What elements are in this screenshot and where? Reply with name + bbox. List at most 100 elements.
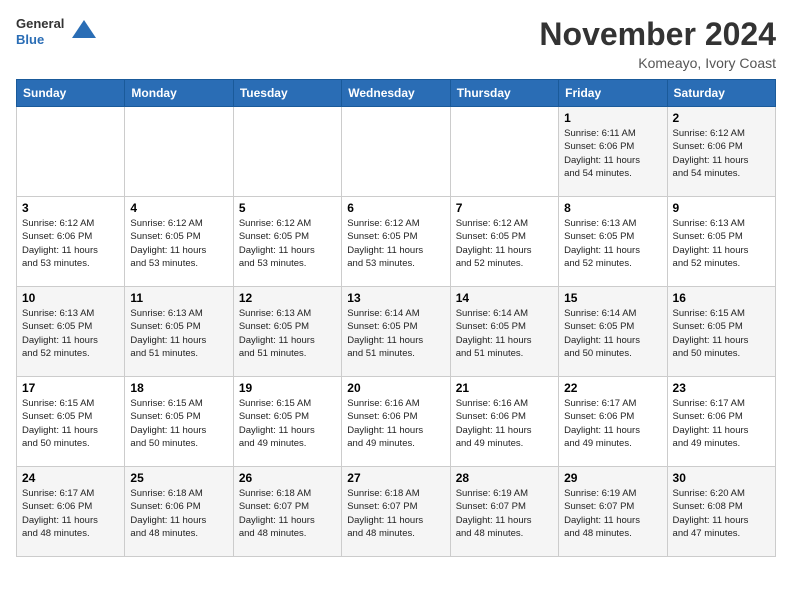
day-number: 22 [564,381,661,395]
calendar-day-cell: 30 Sunrise: 6:20 AM Sunset: 6:08 PM Dayli… [667,467,775,557]
day-info: Sunrise: 6:11 AM Sunset: 6:06 PM Dayligh… [564,127,661,180]
logo-text: General Blue [16,16,64,47]
calendar-day-cell: 20 Sunrise: 6:16 AM Sunset: 6:06 PM Dayli… [342,377,450,467]
calendar-day-cell: 21Sunrise: 6:16 AM Sunset: 6:06 PM Dayli… [450,377,558,467]
day-number: 19 [239,381,336,395]
day-info: Sunrise: 6:12 AM Sunset: 6:05 PM Dayligh… [456,217,553,270]
day-number: 2 [673,111,770,125]
day-number: 24 [22,471,119,485]
calendar-day-cell: 14 Sunrise: 6:14 AM Sunset: 6:05 PM Dayli… [450,287,558,377]
calendar-day-cell: 19 Sunrise: 6:15 AM Sunset: 6:05 PM Dayli… [233,377,341,467]
day-number: 16 [673,291,770,305]
calendar-day-cell: 12 Sunrise: 6:13 AM Sunset: 6:05 PM Dayli… [233,287,341,377]
weekday-header-cell: Wednesday [342,80,450,107]
calendar-day-cell: 7 Sunrise: 6:12 AM Sunset: 6:05 PM Daylig… [450,197,558,287]
calendar-table: SundayMondayTuesdayWednesdayThursdayFrid… [16,79,776,557]
day-info: Sunrise: 6:13 AM Sunset: 6:05 PM Dayligh… [130,307,227,360]
day-number: 25 [130,471,227,485]
weekday-header-cell: Tuesday [233,80,341,107]
calendar-day-cell: 22 Sunrise: 6:17 AM Sunset: 6:06 PM Dayli… [559,377,667,467]
day-number: 30 [673,471,770,485]
calendar-day-cell: 28 Sunrise: 6:19 AM Sunset: 6:07 PM Dayli… [450,467,558,557]
calendar-day-cell: 27Sunrise: 6:18 AM Sunset: 6:07 PM Dayli… [342,467,450,557]
day-number: 20 [347,381,444,395]
calendar-day-cell: 13 Sunrise: 6:14 AM Sunset: 6:05 PM Dayli… [342,287,450,377]
day-info: Sunrise: 6:14 AM Sunset: 6:05 PM Dayligh… [347,307,444,360]
day-info: Sunrise: 6:12 AM Sunset: 6:06 PM Dayligh… [673,127,770,180]
day-info: Sunrise: 6:12 AM Sunset: 6:05 PM Dayligh… [347,217,444,270]
calendar-day-cell: 18Sunrise: 6:15 AM Sunset: 6:05 PM Dayli… [125,377,233,467]
day-number: 23 [673,381,770,395]
day-info: Sunrise: 6:13 AM Sunset: 6:05 PM Dayligh… [239,307,336,360]
day-info: Sunrise: 6:18 AM Sunset: 6:06 PM Dayligh… [130,487,227,540]
day-info: Sunrise: 6:12 AM Sunset: 6:06 PM Dayligh… [22,217,119,270]
day-info: Sunrise: 6:13 AM Sunset: 6:05 PM Dayligh… [564,217,661,270]
calendar-day-cell [450,107,558,197]
calendar-day-cell [233,107,341,197]
weekday-header-row: SundayMondayTuesdayWednesdayThursdayFrid… [17,80,776,107]
day-number: 28 [456,471,553,485]
calendar-day-cell: 11Sunrise: 6:13 AM Sunset: 6:05 PM Dayli… [125,287,233,377]
day-number: 3 [22,201,119,215]
day-info: Sunrise: 6:17 AM Sunset: 6:06 PM Dayligh… [564,397,661,450]
calendar-day-cell: 8Sunrise: 6:13 AM Sunset: 6:05 PM Daylig… [559,197,667,287]
calendar-day-cell: 9 Sunrise: 6:13 AM Sunset: 6:05 PM Daylig… [667,197,775,287]
day-number: 21 [456,381,553,395]
day-number: 29 [564,471,661,485]
weekday-header-cell: Sunday [17,80,125,107]
calendar-day-cell: 29Sunrise: 6:19 AM Sunset: 6:07 PM Dayli… [559,467,667,557]
day-number: 7 [456,201,553,215]
weekday-header-cell: Thursday [450,80,558,107]
day-info: Sunrise: 6:17 AM Sunset: 6:06 PM Dayligh… [673,397,770,450]
calendar-week-row: 17 Sunrise: 6:15 AM Sunset: 6:05 PM Dayli… [17,377,776,467]
day-info: Sunrise: 6:16 AM Sunset: 6:06 PM Dayligh… [347,397,444,450]
day-number: 12 [239,291,336,305]
day-number: 14 [456,291,553,305]
calendar-day-cell: 23 Sunrise: 6:17 AM Sunset: 6:06 PM Dayli… [667,377,775,467]
calendar-day-cell: 6 Sunrise: 6:12 AM Sunset: 6:05 PM Daylig… [342,197,450,287]
day-info: Sunrise: 6:13 AM Sunset: 6:05 PM Dayligh… [22,307,119,360]
logo-line1: General [16,16,64,32]
day-info: Sunrise: 6:13 AM Sunset: 6:05 PM Dayligh… [673,217,770,270]
calendar-day-cell: 26 Sunrise: 6:18 AM Sunset: 6:07 PM Dayli… [233,467,341,557]
location: Komeayo, Ivory Coast [539,55,776,71]
calendar-week-row: 10 Sunrise: 6:13 AM Sunset: 6:05 PM Dayli… [17,287,776,377]
day-info: Sunrise: 6:12 AM Sunset: 6:05 PM Dayligh… [239,217,336,270]
day-info: Sunrise: 6:15 AM Sunset: 6:05 PM Dayligh… [673,307,770,360]
calendar-week-row: 24Sunrise: 6:17 AM Sunset: 6:06 PM Dayli… [17,467,776,557]
weekday-header-cell: Monday [125,80,233,107]
weekday-header-cell: Saturday [667,80,775,107]
month-title: November 2024 [539,16,776,53]
calendar-day-cell: 2 Sunrise: 6:12 AM Sunset: 6:06 PM Daylig… [667,107,775,197]
day-info: Sunrise: 6:18 AM Sunset: 6:07 PM Dayligh… [239,487,336,540]
day-number: 17 [22,381,119,395]
calendar-day-cell [17,107,125,197]
day-info: Sunrise: 6:19 AM Sunset: 6:07 PM Dayligh… [456,487,553,540]
page-header: General Blue November 2024 Komeayo, Ivor… [16,16,776,71]
day-number: 6 [347,201,444,215]
calendar-day-cell: 5 Sunrise: 6:12 AM Sunset: 6:05 PM Daylig… [233,197,341,287]
calendar-day-cell: 16 Sunrise: 6:15 AM Sunset: 6:05 PM Dayli… [667,287,775,377]
day-number: 4 [130,201,227,215]
day-number: 10 [22,291,119,305]
calendar-day-cell: 3 Sunrise: 6:12 AM Sunset: 6:06 PM Daylig… [17,197,125,287]
day-number: 26 [239,471,336,485]
calendar-week-row: 3 Sunrise: 6:12 AM Sunset: 6:06 PM Daylig… [17,197,776,287]
calendar-day-cell: 17Sunrise: 6:15 AM Sunset: 6:05 PM Dayli… [17,377,125,467]
calendar-day-cell [342,107,450,197]
calendar-day-cell: 25 Sunrise: 6:18 AM Sunset: 6:06 PM Dayli… [125,467,233,557]
calendar-day-cell: 4Sunrise: 6:12 AM Sunset: 6:05 PM Daylig… [125,197,233,287]
day-number: 9 [673,201,770,215]
day-info: Sunrise: 6:20 AM Sunset: 6:08 PM Dayligh… [673,487,770,540]
logo-icon [70,18,98,46]
calendar-day-cell [125,107,233,197]
logo: General Blue [16,16,98,47]
title-area: November 2024 Komeayo, Ivory Coast [539,16,776,71]
day-number: 13 [347,291,444,305]
calendar-day-cell: 15Sunrise: 6:14 AM Sunset: 6:05 PM Dayli… [559,287,667,377]
day-number: 5 [239,201,336,215]
day-number: 1 [564,111,661,125]
day-info: Sunrise: 6:15 AM Sunset: 6:05 PM Dayligh… [239,397,336,450]
day-info: Sunrise: 6:14 AM Sunset: 6:05 PM Dayligh… [456,307,553,360]
calendar-day-cell: 1 Sunrise: 6:11 AM Sunset: 6:06 PM Daylig… [559,107,667,197]
